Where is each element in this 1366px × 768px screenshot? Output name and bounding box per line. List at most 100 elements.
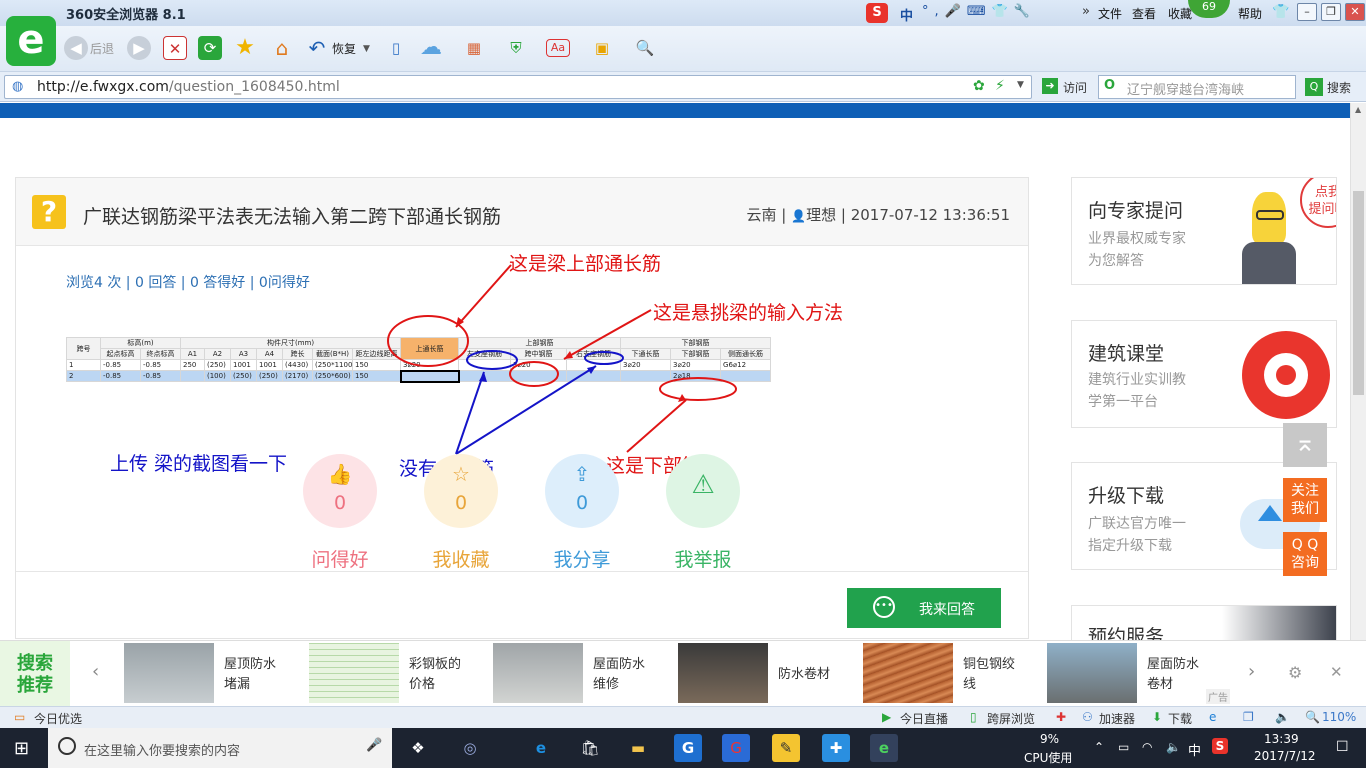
building-class-card[interactable]: 建筑课堂 建筑行业实训教 学第一平台 <box>1071 320 1337 428</box>
volume-icon[interactable]: 🔈 <box>1275 710 1290 724</box>
close-icon[interactable]: ✕ <box>1330 663 1343 681</box>
live-label[interactable]: 今日直播 <box>900 710 948 727</box>
browser-360-icon[interactable]: ◎ <box>456 734 484 762</box>
wifi-icon[interactable]: ◠ <box>1142 740 1152 754</box>
zoom-icon[interactable]: 🔍 <box>1305 710 1320 724</box>
chevron-double-right-icon[interactable]: » <box>1082 4 1090 19</box>
screenshot-icon[interactable]: ▣ <box>590 36 614 60</box>
browser-logo-icon[interactable]: e <box>6 16 56 66</box>
chevron-left-icon[interactable]: ‹ <box>92 661 99 682</box>
follow-us-button[interactable]: 关注 我们 <box>1283 478 1327 522</box>
home-icon[interactable]: ⌂ <box>270 36 294 60</box>
share-button[interactable]: ⇪ 0 <box>545 454 619 528</box>
today-pick-icon[interactable]: ▭ <box>14 710 25 724</box>
refresh-icon[interactable]: ⟳ <box>198 36 222 60</box>
sogou-tray-icon[interactable]: S <box>1212 738 1228 754</box>
report-button[interactable]: ⚠ <box>666 454 740 528</box>
minimize-button[interactable]: – <box>1297 3 1317 21</box>
shield-icon[interactable]: ⛨ <box>504 36 528 60</box>
search-button[interactable]: 搜索 <box>1327 79 1351 96</box>
share-label[interactable]: 我分享 <box>537 545 627 572</box>
url-dropdown-icon[interactable]: ▼ <box>1017 80 1024 90</box>
rec-image-membrane[interactable] <box>678 643 768 703</box>
report-label[interactable]: 我举报 <box>658 545 748 572</box>
rec-item-5[interactable]: 铜包钢绞 线 <box>963 655 1033 695</box>
clock-date[interactable]: 2017/7/12 <box>1254 749 1316 763</box>
rec-image-roofing[interactable] <box>1047 643 1137 703</box>
menu-file[interactable]: 文件 <box>1098 5 1122 22</box>
download-label[interactable]: 下载 <box>1168 710 1192 727</box>
rec-item-3[interactable]: 屋面防水 维修 <box>593 655 663 695</box>
like-button[interactable]: 👍 0 <box>303 454 377 528</box>
zoom-search-icon[interactable]: 🔍 <box>633 36 657 60</box>
rec-image-wire[interactable] <box>863 643 953 703</box>
back-to-top-button[interactable]: ⌅ <box>1283 423 1327 467</box>
page-scrollbar[interactable]: ▲ <box>1350 103 1366 640</box>
rec-image-sheet[interactable] <box>309 643 399 703</box>
translate-icon[interactable]: Aa <box>546 39 570 57</box>
rec-item-4[interactable]: 防水卷材 <box>778 665 848 685</box>
forward-arrow-icon[interactable]: ▶ <box>127 36 151 60</box>
tray-chevron-up-icon[interactable]: ⌃ <box>1094 740 1104 754</box>
notification-center-icon[interactable]: ☐ <box>1336 739 1349 755</box>
back-arrow-icon[interactable]: ◀ <box>64 36 88 60</box>
ime-mode-label[interactable]: 中 <box>900 5 913 24</box>
today-pick-label[interactable]: 今日优选 <box>34 710 82 727</box>
notes-icon[interactable]: ✎ <box>772 734 800 762</box>
scrollbar-thumb[interactable] <box>1353 191 1364 395</box>
like-label[interactable]: 问得好 <box>295 545 385 572</box>
rec-item-2[interactable]: 彩钢板的 价格 <box>409 655 479 695</box>
answer-button[interactable]: ••• 我来回答 <box>847 588 1001 628</box>
url-input[interactable]: ◍ http://e.fwxgx.com/question_1608450.ht… <box>4 75 1032 99</box>
glodon-red-icon[interactable]: G <box>722 734 750 762</box>
url-text[interactable]: http://e.fwxgx.com/question_1608450.html <box>37 79 340 95</box>
live-icon[interactable]: ▶ <box>882 710 891 724</box>
rec-item-1[interactable]: 屋顶防水 堵漏 <box>224 655 294 695</box>
accelerator-label[interactable]: 加速器 <box>1099 710 1135 727</box>
menu-view[interactable]: 查看 <box>1132 5 1156 22</box>
scroll-up-icon[interactable]: ▲ <box>1355 105 1361 114</box>
visit-button[interactable]: 访问 <box>1063 79 1087 96</box>
zoom-level[interactable]: 110% <box>1322 710 1356 724</box>
apps-grid-icon[interactable]: ▦ <box>462 36 486 60</box>
menu-favorites[interactable]: 收藏 <box>1168 5 1192 22</box>
cross-screen-label[interactable]: 跨屏浏览 <box>987 710 1035 727</box>
cross-screen-icon[interactable]: ▯ <box>970 710 977 724</box>
ime-toolbar-icons[interactable]: °,🎤⌨👕🔧 <box>922 4 1036 19</box>
clock-time[interactable]: 13:39 <box>1264 732 1299 746</box>
speaker-icon[interactable]: 🔈 <box>1166 740 1181 754</box>
back-label[interactable]: 后退 <box>90 40 114 57</box>
browser-search-input[interactable]: O 辽宁舰穿越台湾海峡 <box>1098 75 1296 99</box>
microphone-icon[interactable]: 🎤 <box>366 738 382 753</box>
menu-help[interactable]: 帮助 <box>1238 5 1262 22</box>
chevron-right-icon[interactable]: › <box>1248 661 1255 682</box>
notification-badge[interactable]: 69 <box>1188 0 1230 18</box>
favorite-label[interactable]: 我收藏 <box>416 545 506 572</box>
rec-image-repair[interactable] <box>493 643 583 703</box>
close-window-button[interactable]: ✕ <box>1345 3 1365 21</box>
plus-app-icon[interactable]: ✚ <box>822 734 850 762</box>
sogou-ime-icon[interactable]: S <box>866 3 888 23</box>
windows-start-icon[interactable]: ⊞ <box>14 738 29 759</box>
window-icon[interactable]: ❐ <box>1243 710 1254 724</box>
security-check-icon[interactable]: ✿ <box>973 78 985 94</box>
ie-icon[interactable]: e <box>1209 710 1216 724</box>
undo-icon[interactable]: ↶ <box>305 36 329 60</box>
ime-tray-label[interactable]: 中 <box>1188 740 1201 759</box>
battery-icon[interactable]: ▭ <box>1118 740 1129 754</box>
restore-button[interactable]: ❐ <box>1321 3 1341 21</box>
appointment-card[interactable]: 预约服务 <box>1071 605 1337 640</box>
task-view-icon[interactable]: ❖ <box>404 734 432 762</box>
favorite-star-icon[interactable]: ★ <box>233 36 257 60</box>
skin-icon[interactable]: 👕 <box>1272 4 1289 20</box>
glodon-g-icon[interactable]: G <box>674 734 702 762</box>
search-engine-icon[interactable]: O <box>1104 78 1115 93</box>
download-icon[interactable]: ⬇ <box>1152 710 1162 724</box>
taskbar-search-input[interactable]: 在这里输入你要搜索的内容 🎤 <box>48 728 392 768</box>
search-button-icon[interactable]: Q <box>1305 78 1323 96</box>
cloud-icon[interactable]: ☁ <box>416 36 446 60</box>
browser-360-active-icon[interactable]: e <box>870 734 898 762</box>
accelerator-icon[interactable]: ⚇ <box>1082 710 1093 724</box>
ask-expert-card[interactable]: 向专家提问 业界最权威专家 为您解答 点我 提问哦 <box>1071 177 1337 285</box>
store-icon[interactable]: 🛍 <box>576 734 604 762</box>
